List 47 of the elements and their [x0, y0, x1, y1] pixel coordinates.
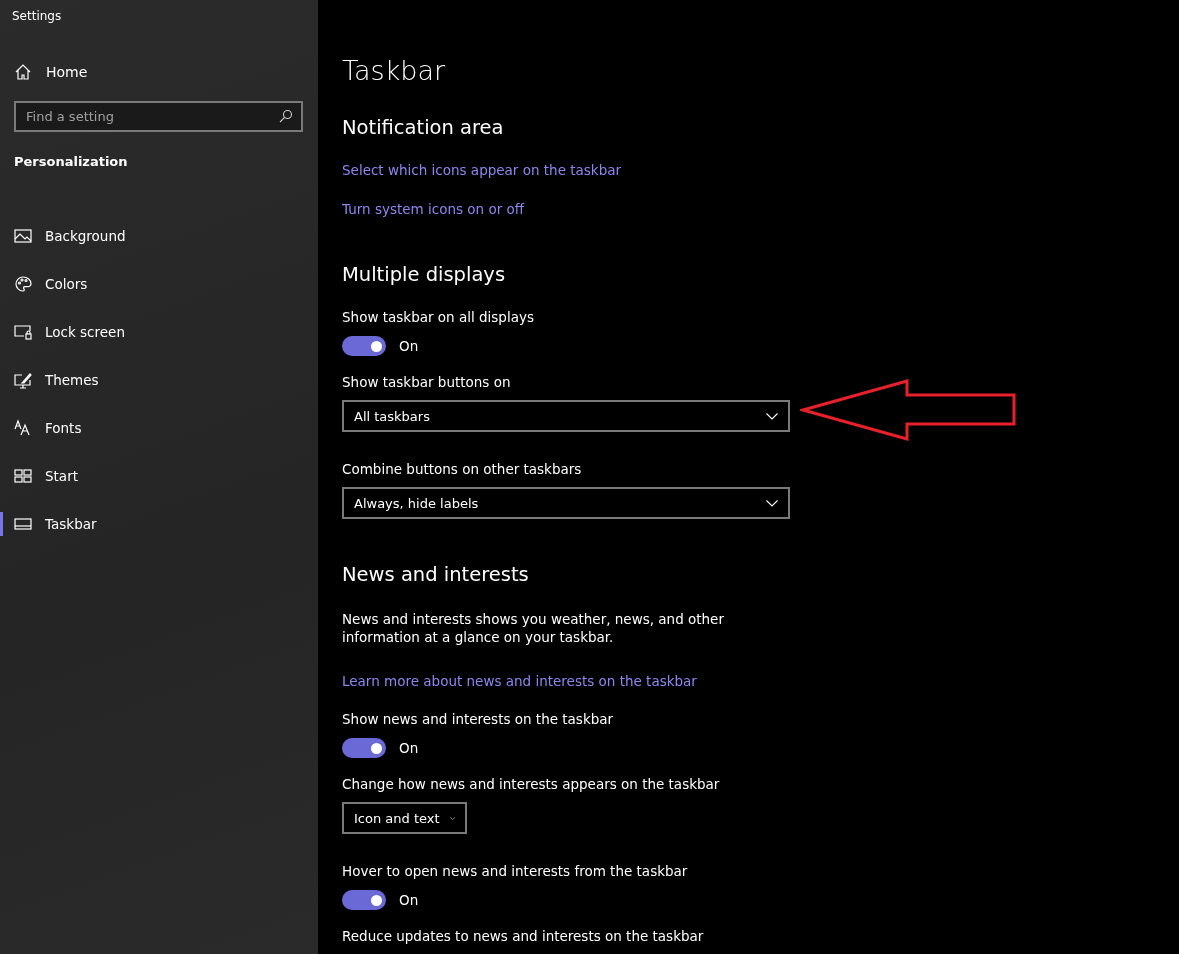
home-icon [14, 63, 32, 81]
fonts-icon [14, 419, 32, 437]
section-heading: Notification area [342, 115, 505, 141]
home-nav-item[interactable]: Home [0, 60, 318, 84]
setting-label: Show taskbar buttons on [342, 373, 512, 392]
toggle-switch[interactable] [342, 890, 386, 910]
palette-icon [14, 275, 32, 293]
start-icon [14, 467, 32, 485]
link[interactable]: Turn system icons on or off [342, 199, 525, 219]
section-heading: Personalization [14, 154, 129, 171]
nav-item[interactable]: Themes [0, 356, 318, 404]
window-title: Settings [11, 8, 63, 25]
themes-icon [14, 371, 32, 389]
page-title: Taskbar [342, 54, 447, 88]
setting-label: Combine buttons on other taskbars [342, 460, 583, 479]
dropdown[interactable]: Always, hide labels [342, 487, 790, 519]
lock-screen-icon [14, 323, 32, 341]
search-field[interactable]: Find a setting [14, 101, 303, 132]
toggle-state-text: On [399, 892, 419, 908]
link[interactable]: Learn more about news and interests on the taskbar [342, 671, 697, 691]
toggle-switch[interactable] [342, 336, 386, 356]
chevron-down-icon [766, 499, 778, 507]
image-icon [14, 227, 32, 245]
nav-item[interactable]: Background [0, 212, 318, 260]
nav-item[interactable]: Start [0, 452, 318, 500]
nav-item[interactable]: Colors [0, 260, 318, 308]
nav-item[interactable]: Lock screen [0, 308, 318, 356]
setting-label: Hover to open news and interests from the taskbar [342, 862, 689, 881]
setting-label: Change how news and interests appears on the taskbar [342, 775, 721, 794]
chevron-down-icon [766, 412, 778, 420]
toggle-switch[interactable] [342, 738, 386, 758]
toggle-state-text: On [399, 740, 419, 756]
nav-item[interactable]: Fonts [0, 404, 318, 452]
search-icon [279, 109, 293, 123]
dropdown[interactable]: All taskbars [342, 400, 790, 432]
description-text: News and interests shows you weather, news, and other information at a glance on your taskbar. [342, 610, 725, 646]
nav-item[interactable]: Taskbar [0, 500, 318, 548]
link[interactable]: Select which icons appear on the taskbar [342, 160, 622, 180]
setting-label: Show taskbar on all displays [342, 308, 535, 327]
setting-label: Reduce updates to news and interests on the taskbar [342, 927, 705, 946]
taskbar-icon [14, 515, 32, 533]
section-heading: Multiple displays [342, 262, 507, 288]
toggle-state-text: On [399, 338, 419, 354]
setting-label: Show news and interests on the taskbar [342, 710, 615, 729]
dropdown[interactable]: Icon and text [342, 802, 467, 834]
section-heading: News and interests [342, 562, 530, 588]
chevron-down-icon [449, 814, 455, 822]
